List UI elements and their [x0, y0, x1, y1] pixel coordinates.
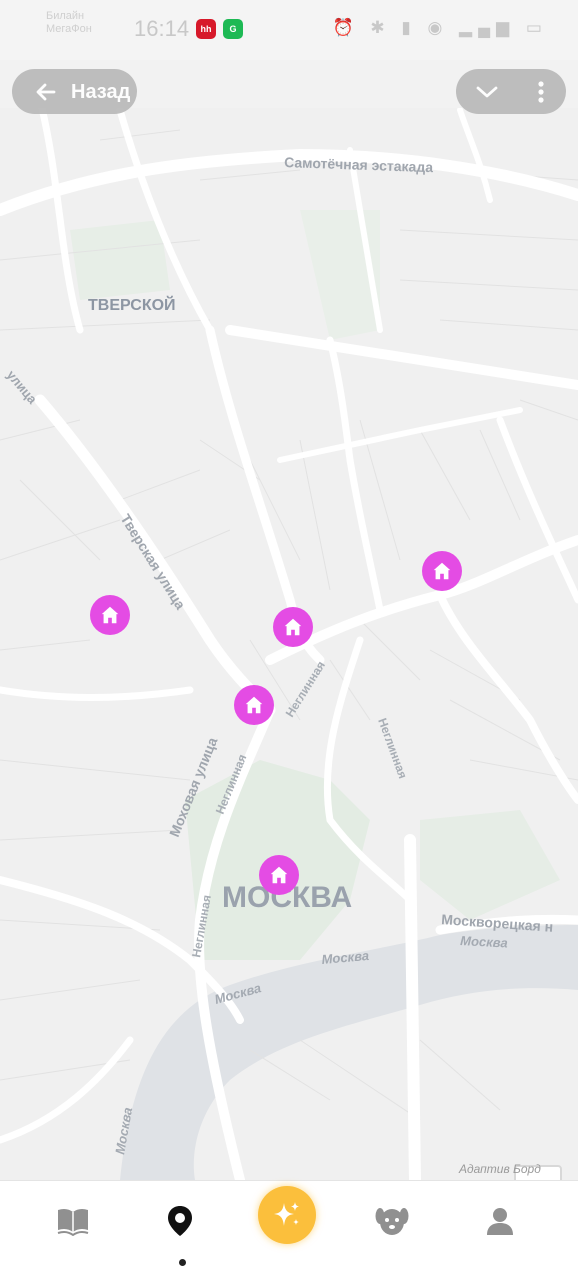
home-marker-2[interactable]: [273, 607, 313, 647]
system-status-icons: ⏰ ✱ ▮ ◉ ▂▄▆ ▭: [332, 18, 548, 37]
arrow-left-icon: [36, 83, 56, 101]
map-attribution[interactable]: Адаптив Борд: [459, 1162, 541, 1176]
hh-app-icon: hh: [196, 19, 216, 39]
home-icon: [245, 696, 263, 714]
home-marker-5[interactable]: [259, 855, 299, 895]
label-district-tverskoy: ТВЕРСКОЙ: [88, 295, 176, 314]
user-icon: [487, 1208, 513, 1235]
bottom-navigation: [0, 1180, 578, 1281]
sparkles-icon: [274, 1202, 299, 1226]
label-moskva-river-1: Москва: [460, 933, 508, 950]
carrier-line-2: МегаФон: [46, 23, 92, 35]
more-vertical-icon[interactable]: [537, 80, 545, 104]
book-map-icon: [57, 1208, 89, 1236]
active-tab-indicator: [179, 1259, 186, 1266]
status-bar: Билайн МегаФон 16:14 hh G ⏰ ✱ ▮ ◉ ▂▄▆ ▭: [0, 0, 578, 60]
back-button-label: Назад: [71, 81, 131, 103]
map-options-pill: [456, 69, 566, 114]
status-time: 16:14: [134, 16, 190, 41]
green-app-icon: G: [223, 19, 243, 39]
home-icon: [284, 618, 302, 636]
chevron-down-icon[interactable]: [475, 82, 499, 102]
nav-map-button[interactable]: [160, 1201, 200, 1241]
nav-profile-button[interactable]: [480, 1201, 520, 1241]
dog-icon: [375, 1208, 409, 1235]
nav-guide-button[interactable]: [53, 1201, 93, 1241]
home-icon: [270, 866, 288, 884]
carrier-line-1: Билайн: [46, 10, 85, 22]
home-marker-1[interactable]: [90, 595, 130, 635]
nav-pets-button[interactable]: [372, 1201, 412, 1241]
home-marker-3[interactable]: [422, 551, 462, 591]
home-icon: [433, 562, 451, 580]
home-marker-4[interactable]: [234, 685, 274, 725]
nav-ai-button[interactable]: [258, 1186, 316, 1244]
back-button[interactable]: Назад: [12, 69, 137, 114]
location-pin-icon: [168, 1206, 192, 1236]
carrier-info: Билайн МегаФон: [46, 10, 92, 36]
home-icon: [101, 606, 119, 624]
